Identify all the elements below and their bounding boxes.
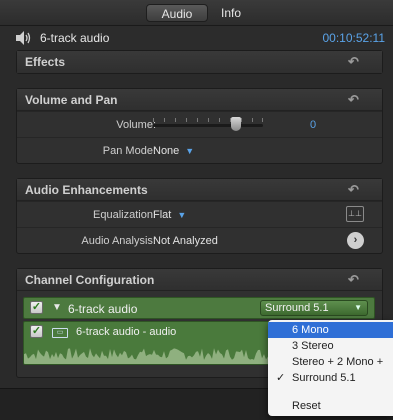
reset-icon[interactable]: ↶ bbox=[348, 273, 362, 287]
audio-enhancements-header[interactable]: Audio Enhancements ↶ bbox=[17, 179, 382, 201]
effects-panel: Effects ↶ bbox=[16, 50, 383, 74]
volume-pan-panel: Volume and Pan ↶ Volume: 0 Pan Mode: Non… bbox=[16, 88, 383, 164]
checkmark-icon: ✓ bbox=[276, 372, 286, 384]
channel-configuration-menu: 6 Mono 3 Stereo Stereo + 2 Mono + ✓ Surro… bbox=[268, 320, 393, 416]
channel-configuration-title: Channel Configuration bbox=[25, 273, 155, 287]
equalization-row: Equalization: Flat ▼ ⊥⊥ bbox=[17, 201, 382, 227]
timecode: 00:10:52:11 bbox=[322, 31, 385, 45]
volume-slider-knob[interactable] bbox=[231, 117, 241, 131]
pan-mode-popup[interactable]: None ▼ bbox=[153, 145, 194, 157]
menu-item-reset[interactable]: Reset bbox=[268, 398, 393, 414]
volume-label: Volume: bbox=[116, 119, 156, 131]
sub-track-name: 6-track audio - audio bbox=[76, 326, 177, 338]
menu-item-label: 6 Mono bbox=[292, 324, 329, 336]
audio-enhancements-title: Audio Enhancements bbox=[25, 183, 148, 197]
checkbox-icon[interactable]: ✓ bbox=[30, 325, 43, 338]
equalizer-icon[interactable]: ⊥⊥ bbox=[346, 206, 364, 222]
inspector-tab-bar: Audio Info bbox=[0, 0, 393, 26]
clip-header: 6-track audio 00:10:52:11 bbox=[0, 26, 393, 50]
slider-tick bbox=[219, 118, 220, 122]
equalization-popup[interactable]: Flat ▼ bbox=[153, 209, 186, 221]
disclosure-triangle-icon[interactable]: ▼ bbox=[52, 302, 62, 313]
speaker-icon bbox=[16, 31, 31, 45]
volume-row: Volume: 0 bbox=[17, 111, 382, 137]
slider-tick bbox=[208, 118, 209, 122]
track-row[interactable]: ✓ ▼ 6-track audio Surround 5.1 ▼ bbox=[23, 297, 375, 319]
slider-tick bbox=[164, 118, 165, 122]
menu-item-stereo-2-mono[interactable]: Stereo + 2 Mono + bbox=[268, 354, 393, 370]
channel-configuration-header[interactable]: Channel Configuration ↶ bbox=[17, 269, 382, 291]
channel-configuration-popup[interactable]: Surround 5.1 ▼ bbox=[260, 300, 368, 316]
reset-icon[interactable]: ↶ bbox=[348, 55, 362, 69]
menu-item-label: Surround 5.1 bbox=[292, 372, 356, 384]
equalization-value: Flat bbox=[153, 209, 172, 221]
chevron-down-icon: ▼ bbox=[177, 210, 187, 220]
slider-tick bbox=[153, 118, 154, 122]
reset-icon[interactable]: ↶ bbox=[348, 93, 362, 107]
reset-icon[interactable]: ↶ bbox=[348, 183, 362, 197]
effects-header[interactable]: Effects ↶ bbox=[17, 51, 382, 73]
audio-analysis-row: Audio Analysis: Not Analyzed › bbox=[17, 227, 382, 253]
menu-item-surround-5-1[interactable]: ✓ Surround 5.1 bbox=[268, 370, 393, 386]
slider-tick bbox=[241, 118, 242, 122]
slider-tick bbox=[252, 118, 253, 122]
pan-mode-value: None bbox=[153, 145, 180, 157]
chevron-down-icon: ▼ bbox=[185, 146, 195, 156]
pan-mode-row: Pan Mode: None ▼ bbox=[17, 137, 382, 163]
slider-tick bbox=[197, 118, 198, 122]
audio-analysis-value: Not Analyzed bbox=[153, 235, 218, 247]
volume-pan-header[interactable]: Volume and Pan ↶ bbox=[17, 89, 382, 111]
menu-separator bbox=[268, 386, 393, 398]
equalization-label: Equalization: bbox=[93, 209, 156, 221]
arrow-right-circle-icon[interactable]: › bbox=[347, 232, 364, 249]
volume-value[interactable]: 0 bbox=[310, 119, 316, 131]
menu-item-3-stereo[interactable]: 3 Stereo bbox=[268, 338, 393, 354]
menu-item-6-mono[interactable]: 6 Mono bbox=[268, 322, 393, 338]
tab-audio[interactable]: Audio bbox=[146, 4, 208, 22]
slider-tick bbox=[186, 118, 187, 122]
effects-title: Effects bbox=[25, 55, 66, 69]
tab-info[interactable]: Info bbox=[212, 4, 250, 22]
volume-slider[interactable] bbox=[153, 117, 263, 131]
checkbox-icon[interactable]: ✓ bbox=[30, 301, 43, 314]
slider-tick bbox=[262, 118, 263, 122]
pan-mode-label: Pan Mode: bbox=[102, 145, 156, 157]
chevron-down-icon: ▼ bbox=[354, 303, 362, 312]
clip-icon: ▭ bbox=[52, 328, 68, 338]
menu-item-label: Stereo + 2 Mono + bbox=[292, 356, 384, 368]
slider-tick bbox=[175, 118, 176, 122]
track-name: 6-track audio bbox=[68, 302, 138, 316]
channel-configuration-value: Surround 5.1 bbox=[265, 302, 329, 314]
menu-item-label: 3 Stereo bbox=[292, 340, 334, 352]
volume-pan-title: Volume and Pan bbox=[25, 93, 118, 107]
audio-enhancements-panel: Audio Enhancements ↶ Equalization: Flat ▼… bbox=[16, 178, 383, 254]
clip-title: 6-track audio bbox=[40, 31, 110, 45]
menu-item-label: Reset bbox=[292, 400, 321, 412]
audio-analysis-label: Audio Analysis: bbox=[81, 235, 156, 247]
